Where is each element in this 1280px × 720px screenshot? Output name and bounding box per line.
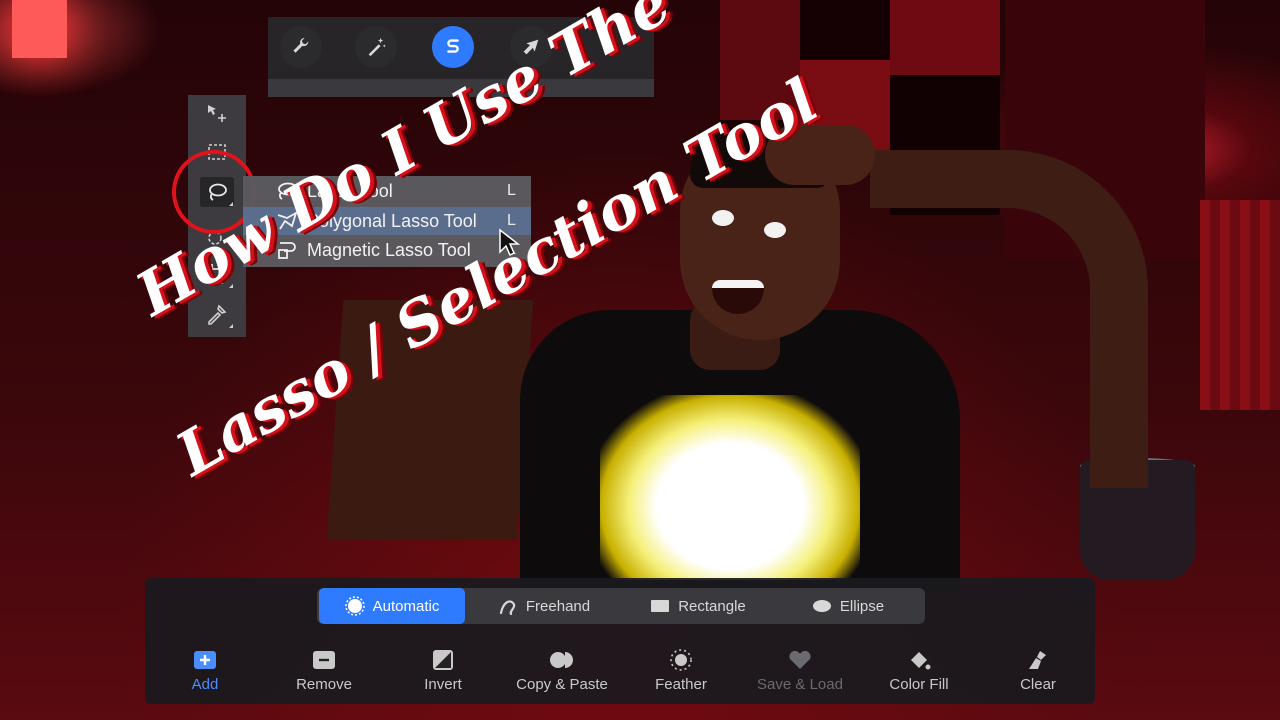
freehand-icon — [499, 600, 516, 616]
feather-button[interactable]: Feather — [626, 646, 736, 696]
mode-automatic[interactable]: Automatic — [319, 588, 465, 624]
action-label: Invert — [424, 676, 462, 693]
selection-s-icon — [447, 39, 459, 53]
color-fill-icon — [911, 652, 931, 670]
wrench-button[interactable] — [280, 26, 322, 68]
acoustic-panel — [1200, 200, 1280, 410]
action-label: Clear — [1020, 676, 1056, 693]
selection-mode-bar: Automatic Freehand Rectangle Ellipse — [317, 588, 925, 624]
selection-button[interactable] — [432, 26, 474, 68]
mode-label: Rectangle — [678, 597, 746, 615]
ellipse-icon — [812, 600, 831, 612]
eyedropper-tool-icon — [208, 304, 227, 325]
wrench-icon — [293, 37, 309, 53]
action-label: Color Fill — [889, 676, 949, 693]
action-label: Add — [191, 676, 219, 693]
burst-icon — [344, 596, 365, 616]
add-button[interactable]: Add — [150, 646, 260, 696]
move-tool-icon — [208, 105, 226, 122]
invert-button[interactable]: Invert — [388, 646, 498, 696]
action-label: Feather — [655, 676, 707, 693]
rectangle-icon — [651, 600, 670, 612]
clear-brush-icon — [1029, 651, 1046, 669]
mode-label: Automatic — [372, 597, 440, 615]
remove-icon — [313, 651, 335, 669]
copy-paste-icon — [550, 652, 573, 668]
magic-wand-button[interactable] — [355, 26, 397, 68]
tool-group-indicator — [229, 324, 233, 328]
acoustic-panel — [890, 0, 1000, 75]
clear-button[interactable]: Clear — [983, 646, 1093, 696]
action-label: Save & Load — [757, 676, 843, 693]
selection-panel: Automatic Freehand Rectangle Ellipse Add… — [145, 578, 1095, 704]
invert-icon — [433, 650, 453, 670]
magic-wand-icon — [368, 37, 386, 57]
heart-icon — [789, 650, 811, 669]
mode-label: Freehand — [525, 597, 591, 615]
color-fill-button[interactable]: Color Fill — [864, 646, 974, 696]
save-load-button[interactable]: Save & Load — [745, 646, 855, 696]
copy-paste-button[interactable]: Copy & Paste — [507, 646, 617, 696]
mode-label: Ellipse — [839, 597, 885, 615]
feather-icon — [670, 649, 692, 671]
action-label: Copy & Paste — [516, 676, 608, 693]
remove-button[interactable]: Remove — [269, 646, 379, 696]
red-lamp — [12, 0, 67, 58]
person-eye — [764, 222, 786, 238]
person-eye — [712, 210, 734, 226]
add-icon — [194, 651, 216, 669]
mode-ellipse[interactable]: Ellipse — [775, 588, 921, 624]
person-arm — [870, 150, 1148, 488]
action-label: Remove — [296, 676, 352, 693]
mode-rectangle[interactable]: Rectangle — [623, 588, 773, 624]
shortcut-key: L — [507, 182, 516, 199]
shirt-graphic — [600, 395, 860, 580]
acoustic-panel — [800, 0, 890, 60]
move-tool[interactable] — [200, 99, 234, 129]
mode-freehand[interactable]: Freehand — [469, 588, 619, 624]
